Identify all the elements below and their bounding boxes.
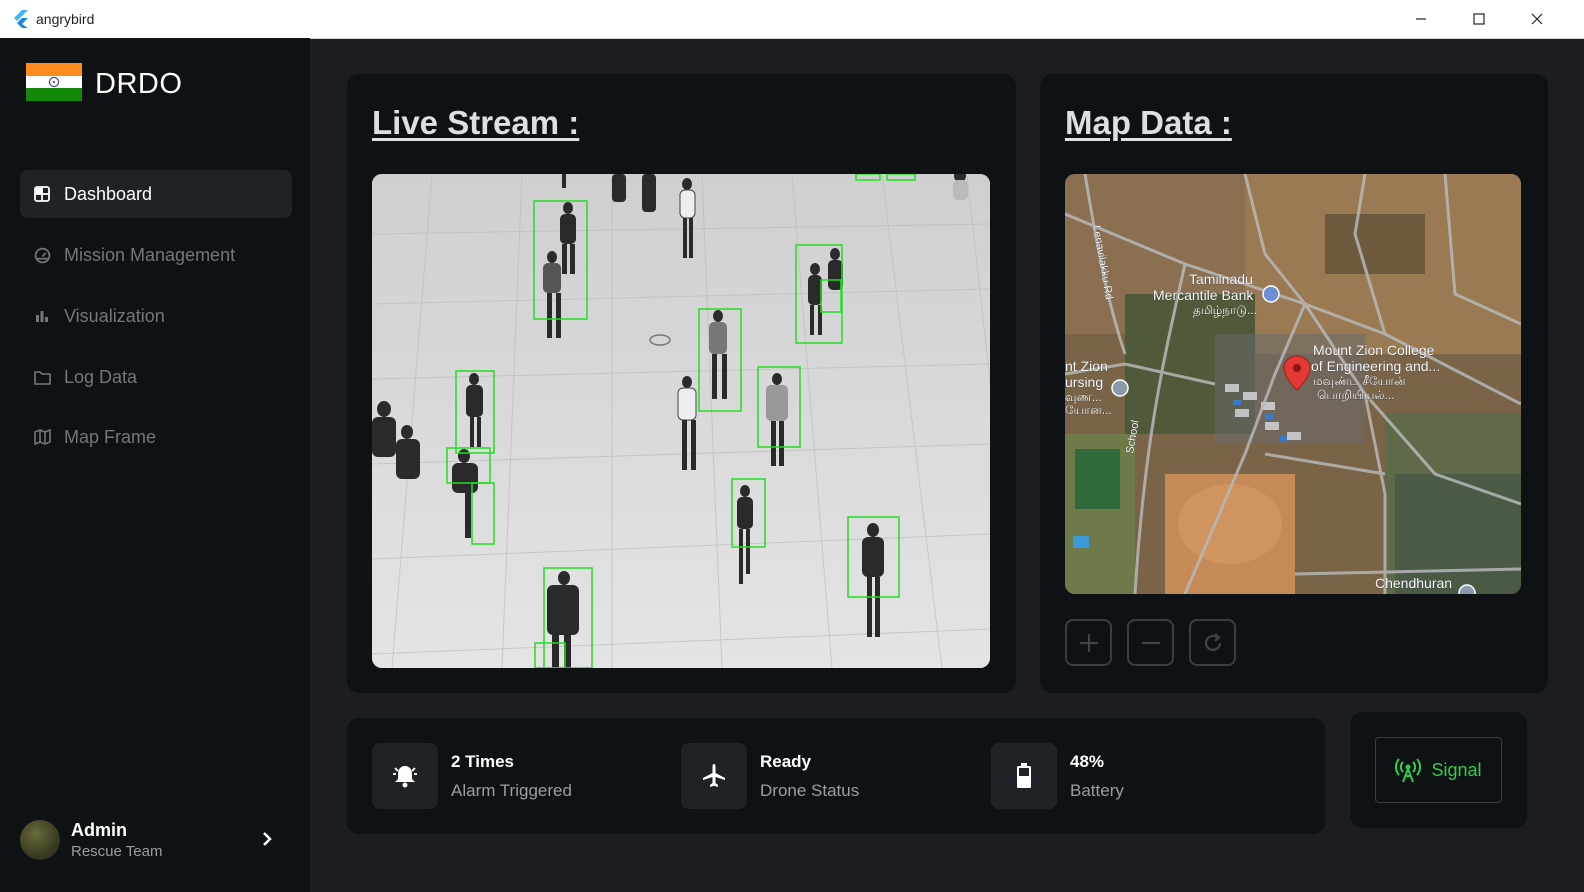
sidebar: DRDO Dashboard Mission Management Visual…: [0, 38, 310, 892]
signal-button[interactable]: Signal: [1375, 737, 1502, 803]
satellite-map[interactable]: Lenavilakku Rd Tamilnadu Mercantile Bank…: [1065, 174, 1521, 594]
map-data-title: Map Data :: [1065, 104, 1232, 141]
map-label: யோன...: [1065, 403, 1112, 417]
india-flag-logo: [26, 63, 82, 101]
signal-label: Signal: [1431, 759, 1482, 780]
alarm-bell-icon: [372, 743, 438, 809]
plus-icon: [1079, 633, 1098, 652]
sidebar-item-dashboard[interactable]: Dashboard: [20, 170, 292, 218]
sidebar-item-label: Map Frame: [64, 426, 157, 447]
map-label: ursing: [1065, 374, 1103, 390]
map-label: தமிழ்நாடு...: [1193, 303, 1257, 317]
sidebar-item-label: Log Data: [64, 366, 138, 387]
live-video-feed[interactable]: [372, 174, 990, 668]
sidebar-item-visualization[interactable]: Visualization: [20, 292, 292, 340]
status-card: 2 Times Alarm Triggered Ready Drone Stat…: [347, 718, 1325, 834]
signal-card: Signal: [1350, 712, 1527, 828]
maximize-icon: [1473, 13, 1485, 25]
brand-name: DRDO: [95, 68, 183, 100]
alarm-count: 2 Times: [451, 752, 515, 771]
minimize-icon: [1416, 18, 1426, 20]
map-label: Mercantile Bank: [1153, 287, 1254, 303]
map-label: nt Zion: [1065, 358, 1108, 374]
close-button[interactable]: [1508, 0, 1566, 38]
live-stream-title: Live Stream :: [372, 104, 580, 141]
drone-status-value: Ready: [760, 752, 812, 771]
avatar: [20, 820, 60, 860]
battery-value: 48%: [1070, 752, 1105, 771]
map-label: மவுண்ட் சீயோன்: [1313, 374, 1406, 388]
map-label: வுண...: [1065, 390, 1102, 404]
map-label: of Engineering and...: [1311, 358, 1440, 374]
drone-status-label: Drone Status: [760, 781, 860, 800]
chevron-right-icon[interactable]: [260, 830, 274, 848]
window-titlebar: angrybird: [0, 0, 1584, 39]
folder-icon: [33, 368, 51, 386]
map-data-card: Map Data : Lenavilakku Rd Tamilnadu Merc…: [1040, 74, 1548, 693]
user-profile[interactable]: Admin Rescue Team: [20, 818, 292, 862]
user-name: Admin: [71, 820, 127, 840]
map-icon: [33, 428, 51, 446]
refresh-button[interactable]: [1189, 619, 1236, 666]
map-label: Chendhuran: [1375, 575, 1452, 591]
maximize-button[interactable]: [1450, 0, 1508, 38]
battery-icon: [991, 743, 1057, 809]
map-label: Mount Zion College: [1313, 342, 1435, 358]
sidebar-item-label: Visualization: [64, 305, 165, 326]
sidebar-item-map-frame[interactable]: Map Frame: [20, 413, 292, 461]
zoom-in-button[interactable]: [1065, 619, 1112, 666]
minimize-button[interactable]: [1392, 0, 1450, 38]
user-role: Rescue Team: [71, 843, 163, 860]
sidebar-item-log-data[interactable]: Log Data: [20, 353, 292, 401]
dashboard-icon: [33, 185, 51, 203]
gauge-icon: [33, 246, 51, 264]
battery-label: Battery: [1070, 781, 1124, 800]
sidebar-item-label: Mission Management: [64, 244, 236, 265]
close-icon: [1531, 13, 1543, 25]
zoom-out-button[interactable]: [1127, 619, 1174, 666]
alarm-label: Alarm Triggered: [451, 781, 572, 800]
refresh-icon: [1204, 632, 1221, 651]
map-label: Tamilnadu: [1189, 271, 1253, 287]
signal-tower-icon: [1395, 758, 1422, 783]
airplane-icon: [681, 743, 747, 809]
bar-chart-icon: [33, 307, 51, 325]
sidebar-item-label: Dashboard: [64, 183, 153, 204]
live-stream-card: Live Stream :: [347, 74, 1016, 693]
minus-icon: [1141, 641, 1160, 644]
satellite-map-view: Lenavilakku Rd Tamilnadu Mercantile Bank…: [1065, 174, 1521, 594]
flutter-icon: [14, 10, 28, 28]
map-label: பொறியியல்...: [1317, 388, 1394, 402]
sidebar-item-mission-management[interactable]: Mission Management: [20, 231, 292, 279]
window-title: angrybird: [36, 11, 95, 27]
detection-frame: [372, 174, 990, 668]
